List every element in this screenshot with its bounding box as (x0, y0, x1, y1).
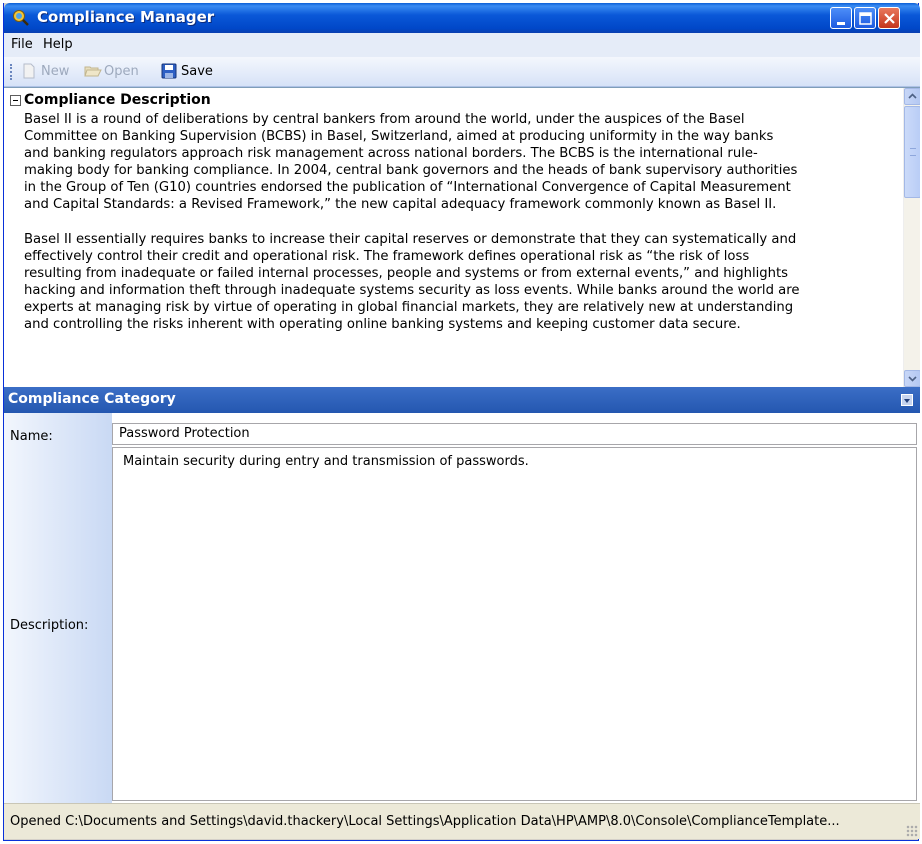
chevron-up-icon (908, 93, 917, 99)
compliance-description-text: Basel II is a round of deliberations by … (24, 112, 800, 333)
menu-help[interactable]: Help (43, 37, 73, 52)
minimize-button[interactable] (830, 7, 852, 29)
category-collapse-button[interactable] (901, 394, 913, 406)
status-text: Opened C:\Documents and Settings\david.t… (10, 814, 840, 829)
description-label: Description: (10, 618, 89, 633)
resize-grip-icon[interactable] (906, 825, 918, 837)
name-label: Name: (10, 429, 53, 444)
compliance-description-heading: Compliance Description (24, 92, 211, 108)
toolbar: New Open Save (4, 57, 920, 87)
collapse-description-icon[interactable] (10, 95, 21, 106)
save-disk-icon (161, 63, 177, 79)
chevron-down-icon (904, 399, 910, 403)
window-title: Compliance Manager (37, 8, 215, 26)
menu-file[interactable]: File (11, 37, 33, 52)
minimize-icon (837, 22, 845, 25)
maximize-button[interactable] (854, 7, 876, 29)
close-button[interactable] (878, 7, 900, 29)
new-button[interactable]: New (21, 63, 91, 81)
toolbar-grip[interactable] (10, 64, 13, 80)
compliance-category-title: Compliance Category (8, 391, 176, 407)
open-button[interactable]: Open (84, 63, 154, 81)
form-label-column: Name: Description: (4, 413, 112, 803)
close-icon (884, 13, 895, 24)
compliance-category-header: Compliance Category (4, 387, 920, 413)
status-bar: Opened C:\Documents and Settings\david.t… (4, 803, 920, 839)
description-scrollbar[interactable] (903, 88, 920, 387)
scroll-up-arrow[interactable] (904, 88, 920, 105)
new-document-icon (23, 63, 35, 79)
chevron-down-icon (908, 376, 917, 382)
scroll-thumb[interactable] (904, 106, 920, 198)
scroll-down-arrow[interactable] (904, 370, 920, 387)
compliance-category-form: Name: Description: Password Protection M… (4, 413, 920, 803)
maximize-icon (859, 12, 872, 25)
compliance-manager-app-icon (13, 10, 29, 26)
open-folder-icon (84, 66, 102, 77)
description-field[interactable]: Maintain security during entry and trans… (112, 447, 917, 801)
app-window: Compliance Manager File Help New Open Sa… (3, 3, 920, 841)
save-button[interactable]: Save (161, 63, 231, 81)
menu-bar: File Help (4, 33, 920, 57)
name-field[interactable]: Password Protection (112, 423, 917, 445)
title-bar[interactable]: Compliance Manager (4, 3, 920, 33)
compliance-description-pane[interactable]: Compliance Description Basel II is a rou… (4, 87, 920, 387)
